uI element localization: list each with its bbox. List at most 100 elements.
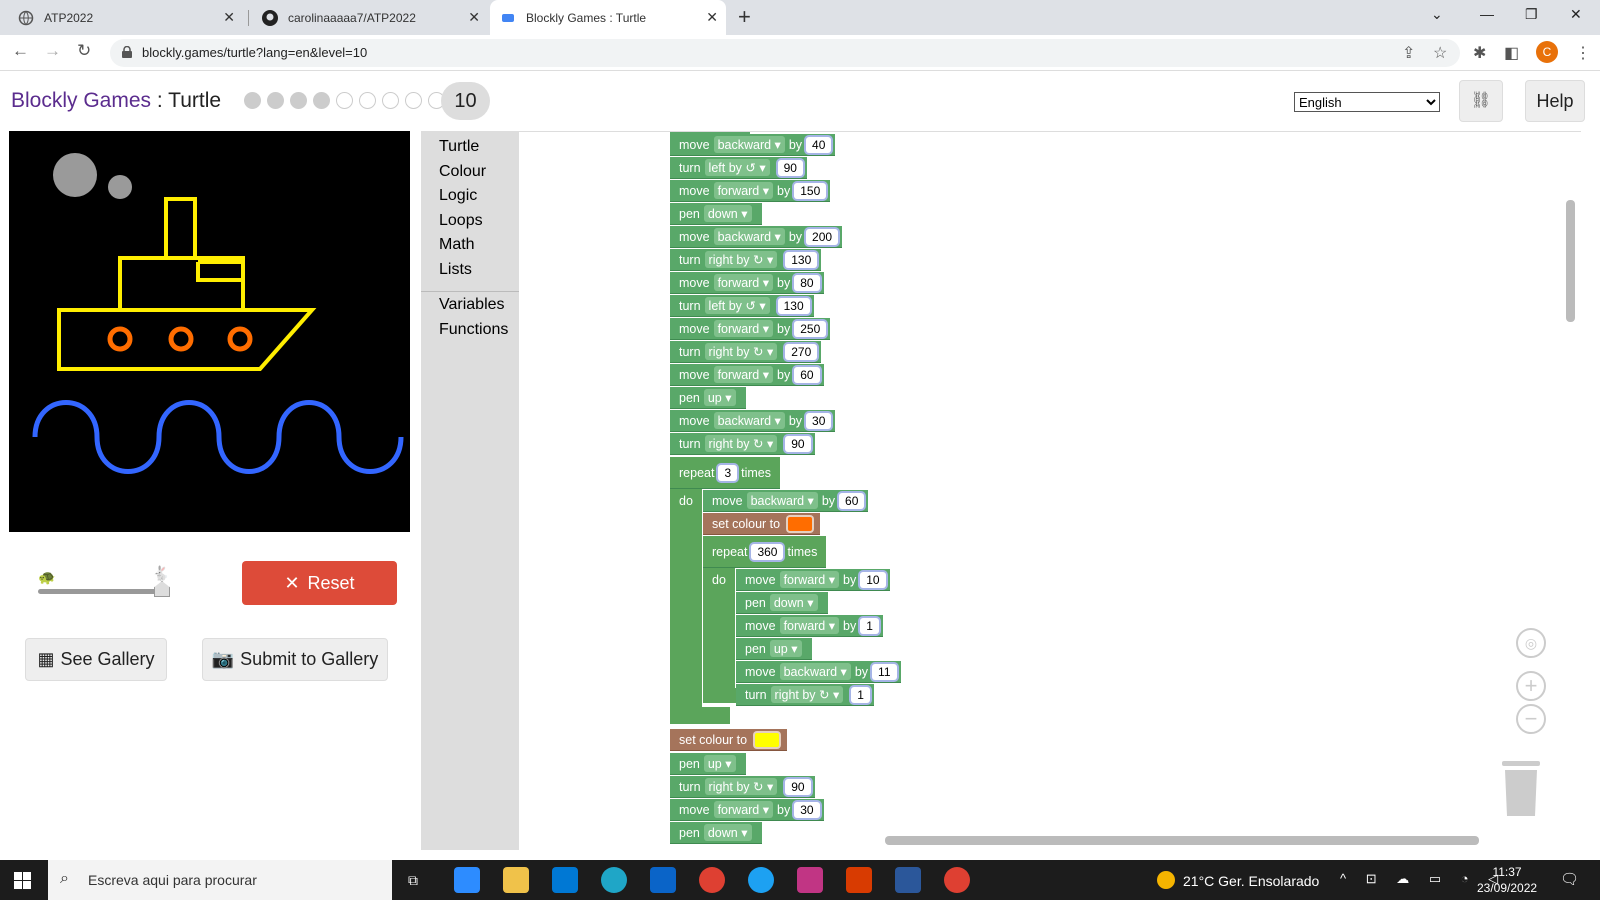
toolbox-category-loops[interactable]: Loops (439, 212, 483, 230)
turn-block[interactable]: turn right by ↻ ▾ 1 (736, 684, 874, 706)
move-block[interactable]: move forward ▾ by 1 (736, 615, 883, 637)
omnibox[interactable]: blockly.games/turtle?lang=en&level=10 (110, 39, 1460, 67)
side-panel-icon[interactable]: ◧ (1504, 43, 1519, 63)
direction-dropdown[interactable]: backward ▾ (779, 663, 851, 680)
recenter-icon[interactable]: ◎ (1516, 628, 1546, 658)
number-field[interactable]: 30 (806, 412, 832, 429)
number-field[interactable]: 40 (806, 136, 832, 153)
chrome-active-icon[interactable] (944, 867, 970, 893)
taskbar-search[interactable]: ⌕ Escreva aqui para procurar (48, 860, 392, 900)
repeat-block[interactable]: repeat 3 times do (670, 457, 781, 508)
windows-start-icon[interactable] (14, 872, 31, 889)
direction-dropdown[interactable]: forward ▾ (713, 274, 774, 291)
horizontal-scrollbar[interactable] (885, 836, 1479, 845)
colour-swatch[interactable] (755, 732, 780, 747)
direction-dropdown[interactable]: forward ▾ (713, 320, 774, 337)
number-field[interactable]: 150 (794, 182, 827, 199)
move-block[interactable]: move backward ▾ by 11 (736, 661, 901, 683)
slider-handle[interactable] (154, 581, 170, 597)
restore-icon[interactable]: ❐ (1525, 6, 1538, 23)
minimize-icon[interactable]: — (1480, 6, 1494, 22)
toolbox-category-lists[interactable]: Lists (439, 261, 472, 279)
office-icon[interactable] (846, 867, 872, 893)
menu-kebab-icon[interactable]: ⋮ (1575, 43, 1591, 63)
browser-tab-github[interactable]: carolinaaaaa7/ATP2022 ✕ (252, 0, 488, 35)
number-field[interactable]: 10 (860, 571, 886, 588)
notifications-icon[interactable]: 🗨 (1560, 870, 1579, 888)
direction-dropdown[interactable]: backward ▾ (713, 412, 785, 429)
repeat-block[interactable]: repeat 360 times do (703, 536, 827, 587)
direction-dropdown[interactable]: forward ▾ (713, 801, 774, 818)
pen-block[interactable]: pen down ▾ (736, 592, 828, 614)
repeat-count-field[interactable]: 3 (718, 464, 738, 481)
instagram-icon[interactable] (797, 867, 823, 893)
direction-dropdown[interactable]: down ▾ (703, 824, 752, 841)
move-block[interactable]: move backward ▾ by 200 (670, 226, 843, 248)
level-dot[interactable] (359, 92, 376, 109)
number-field[interactable]: 11 (872, 663, 897, 680)
browser-tab-atp2022[interactable]: ATP2022 ✕ (0, 0, 243, 35)
level-dot[interactable] (382, 92, 399, 109)
direction-dropdown[interactable]: forward ▾ (713, 366, 774, 383)
direction-dropdown[interactable]: backward ▾ (746, 492, 818, 509)
move-block[interactable]: move forward ▾ by 60 (670, 364, 824, 386)
number-field[interactable]: 90 (785, 435, 811, 452)
chrome-icon[interactable] (699, 867, 725, 893)
zoom-in-icon[interactable]: + (1516, 671, 1546, 701)
move-block[interactable]: move backward ▾ by 30 (670, 410, 836, 432)
direction-dropdown[interactable]: forward ▾ (713, 182, 774, 199)
number-field[interactable]: 200 (806, 228, 839, 245)
direction-dropdown[interactable]: down ▾ (769, 594, 818, 611)
level-dot[interactable] (244, 92, 261, 109)
twitter-icon[interactable] (748, 867, 774, 893)
toolbox-category-functions[interactable]: Functions (439, 321, 508, 339)
block-workspace[interactable]: move backward ▾ by 40 turn left by ↺ ▾ 90 move f… (519, 131, 1581, 850)
colour-swatch[interactable] (788, 516, 813, 531)
direction-dropdown[interactable]: backward ▾ (713, 136, 785, 153)
close-tab-icon[interactable]: ✕ (706, 9, 718, 25)
word-icon[interactable] (895, 867, 921, 893)
repeat-count-field[interactable]: 360 (751, 543, 784, 560)
toolbox-category-colour[interactable]: Colour (439, 163, 486, 181)
direction-dropdown[interactable]: up ▾ (703, 389, 736, 406)
slider-track[interactable] (38, 589, 168, 594)
extensions-icon[interactable]: ✱ (1473, 43, 1486, 63)
move-block[interactable]: move forward ▾ by 10 (736, 569, 890, 591)
set-colour-to-block[interactable]: set colour to (703, 513, 821, 535)
number-field[interactable]: 60 (839, 492, 865, 509)
move-block[interactable]: move forward ▾ by 80 (670, 272, 824, 294)
close-tab-icon[interactable]: ✕ (223, 9, 235, 25)
direction-dropdown[interactable]: forward ▾ (779, 571, 840, 588)
new-tab-icon[interactable]: + (738, 4, 751, 30)
direction-dropdown[interactable]: down ▾ (703, 205, 752, 222)
number-field[interactable]: 130 (785, 251, 818, 268)
number-field[interactable]: 80 (794, 274, 820, 291)
pen-block[interactable]: pen up ▾ (736, 638, 812, 660)
edge-icon[interactable] (601, 867, 627, 893)
vertical-scrollbar[interactable] (1566, 200, 1575, 322)
reload-icon[interactable]: ↻ (77, 41, 91, 61)
move-block[interactable]: move forward ▾ by 150 (670, 180, 831, 202)
site-link[interactable]: Blockly Games (11, 89, 151, 112)
direction-dropdown[interactable]: forward ▾ (779, 617, 840, 634)
language-select[interactable]: English (1294, 92, 1440, 112)
direction-dropdown[interactable]: left by ↺ ▾ (704, 297, 770, 314)
turn-block[interactable]: turn right by ↻ ▾ 90 (670, 433, 815, 455)
number-field[interactable]: 270 (785, 343, 818, 360)
tab-search-icon[interactable]: ⌄ (1431, 6, 1443, 23)
mail-icon[interactable] (650, 867, 676, 893)
store-icon[interactable] (552, 867, 578, 893)
level-dot[interactable] (313, 92, 330, 109)
direction-dropdown[interactable]: right by ↻ ▾ (704, 343, 778, 360)
close-tab-icon[interactable]: ✕ (468, 9, 480, 25)
submit-gallery-button[interactable]: 📷 Submit to Gallery (202, 638, 388, 681)
share-icon[interactable]: ⇪ (1402, 43, 1415, 63)
forward-icon[interactable]: → (44, 41, 61, 61)
direction-dropdown[interactable]: backward ▾ (713, 228, 785, 245)
turn-block[interactable]: turn left by ↺ ▾ 90 (670, 157, 807, 179)
speed-slider[interactable]: 🐢 🐇 (30, 565, 180, 605)
task-view-icon[interactable]: ⧉ (408, 872, 418, 889)
direction-dropdown[interactable]: up ▾ (703, 755, 736, 772)
toolbox-category-variables[interactable]: Variables (439, 296, 505, 314)
level-dot[interactable] (336, 92, 353, 109)
